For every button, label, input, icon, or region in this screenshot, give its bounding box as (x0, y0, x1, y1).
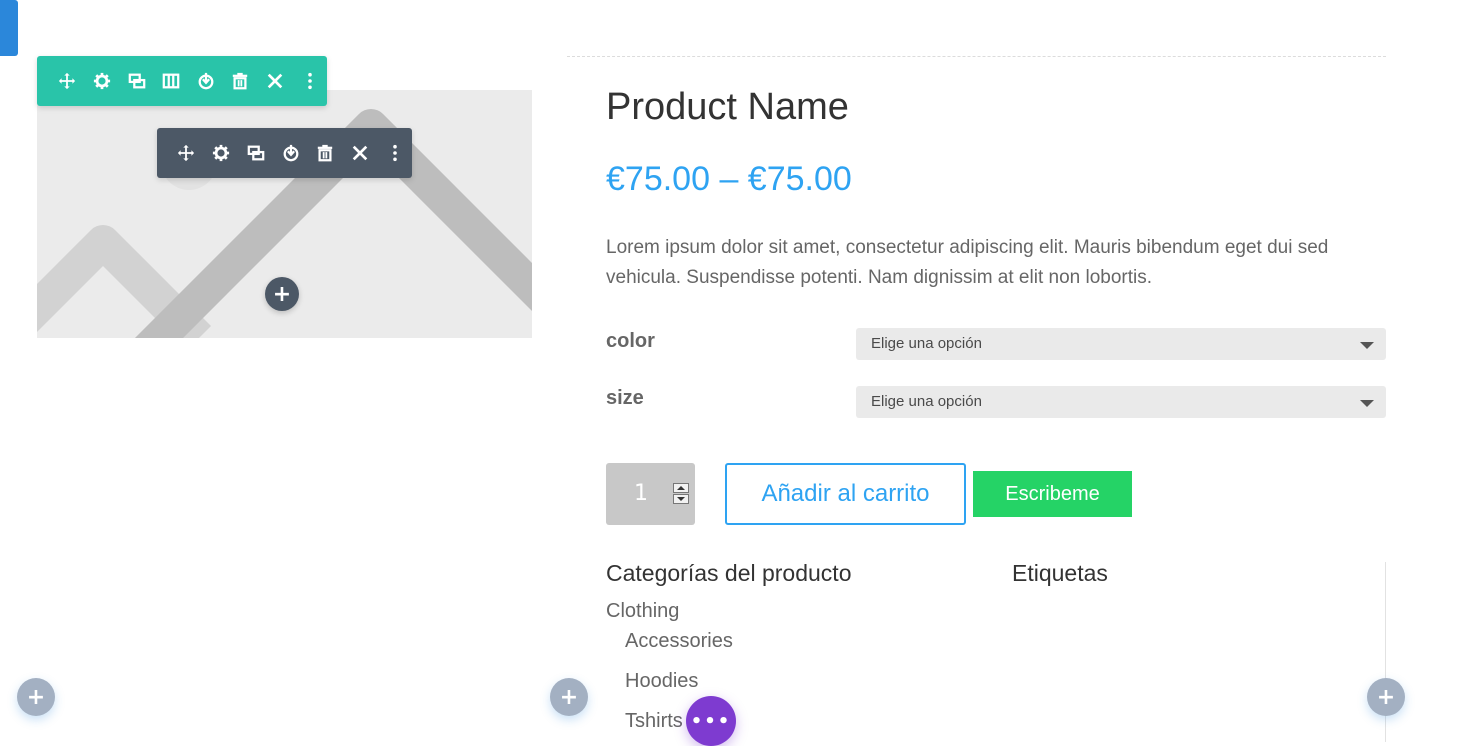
size-select-value: Elige una opción (871, 393, 982, 410)
add-icon: + (559, 684, 579, 710)
move-icon[interactable] (50, 56, 85, 106)
category-link-hoodies[interactable]: Hoodies (625, 670, 698, 693)
add-row-button-right[interactable]: + (1367, 678, 1405, 716)
gear-icon[interactable] (85, 56, 120, 106)
save-icon[interactable] (273, 128, 308, 178)
gear-icon[interactable] (204, 128, 239, 178)
more-icon[interactable] (292, 56, 327, 106)
color-select[interactable]: Elige una opción (856, 328, 1386, 360)
more-horizontal-icon: ••• (690, 710, 732, 732)
quantity-decrement-button[interactable] (673, 494, 689, 504)
move-icon[interactable] (169, 128, 204, 178)
quantity-stepper[interactable]: 1 (606, 463, 695, 525)
quantity-value[interactable]: 1 (606, 463, 676, 525)
chevron-down-icon (1360, 342, 1374, 349)
add-row-button-left[interactable]: + (17, 678, 55, 716)
trash-icon[interactable] (223, 56, 258, 106)
color-select-value: Elige una opción (871, 335, 982, 352)
product-price: €75.00 – €75.00 (606, 160, 852, 198)
add-icon: + (26, 684, 46, 710)
add-icon: + (272, 281, 292, 307)
row-toolbar (37, 56, 327, 106)
more-icon[interactable] (377, 128, 412, 178)
product-title: Product Name (606, 86, 849, 128)
arrow-up-icon (677, 486, 685, 490)
close-icon[interactable] (258, 56, 293, 106)
save-icon[interactable] (189, 56, 224, 106)
whatsapp-button[interactable]: Escribeme (973, 471, 1132, 517)
close-icon[interactable] (343, 128, 378, 178)
category-link-clothing[interactable]: Clothing (606, 600, 679, 623)
duplicate-icon[interactable] (238, 128, 273, 178)
section-divider (567, 56, 1386, 57)
module-toolbar (157, 128, 412, 178)
columns-icon[interactable] (154, 56, 189, 106)
categories-heading: Categorías del producto (606, 560, 852, 586)
tags-heading: Etiquetas (1012, 560, 1108, 586)
trash-icon[interactable] (308, 128, 343, 178)
chevron-down-icon (1360, 400, 1374, 407)
page-settings-button[interactable]: ••• (686, 696, 736, 746)
size-select[interactable]: Elige una opción (856, 386, 1386, 418)
category-link-accessories[interactable]: Accessories (625, 630, 733, 653)
category-link-tshirts[interactable]: Tshirts (625, 710, 683, 733)
add-to-cart-button[interactable]: Añadir al carrito (725, 463, 966, 525)
product-description: Lorem ipsum dolor sit amet, consectetur … (606, 237, 1329, 288)
add-icon: + (1376, 684, 1396, 710)
duplicate-icon[interactable] (119, 56, 154, 106)
add-module-button[interactable]: + (265, 277, 299, 311)
builder-corner-tab[interactable] (0, 0, 18, 56)
quantity-increment-button[interactable] (673, 483, 689, 493)
add-row-button-middle[interactable]: + (550, 678, 588, 716)
arrow-down-icon (677, 497, 685, 501)
variation-label-size: size (606, 387, 644, 409)
variation-label-color: color (606, 330, 655, 352)
